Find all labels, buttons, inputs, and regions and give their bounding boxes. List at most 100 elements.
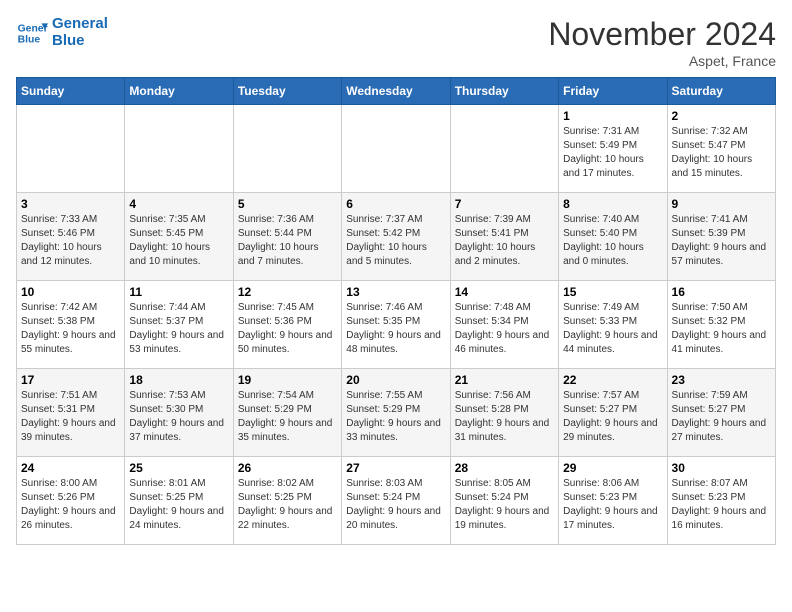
day-number: 28 (455, 461, 554, 475)
day-number: 30 (672, 461, 771, 475)
calendar-week-row: 10 Sunrise: 7:42 AM Sunset: 5:38 PM Dayli… (17, 281, 776, 369)
calendar-cell: 1 Sunrise: 7:31 AM Sunset: 5:49 PM Daylig… (559, 105, 667, 193)
day-number: 16 (672, 285, 771, 299)
day-number: 24 (21, 461, 120, 475)
day-info: Sunrise: 7:35 AM Sunset: 5:45 PM Dayligh… (129, 213, 228, 269)
calendar-cell: 12Sunrise: 7:45 AM Sunset: 5:36 PM Dayli… (233, 281, 341, 369)
weekday-header: Thursday (450, 78, 558, 105)
calendar-cell: 10 Sunrise: 7:42 AM Sunset: 5:38 PM Dayli… (17, 281, 125, 369)
day-number: 7 (455, 197, 554, 211)
logo: General Blue General Blue (16, 16, 108, 49)
day-number: 29 (563, 461, 662, 475)
day-info: Sunrise: 7:55 AM Sunset: 5:29 PM Dayligh… (346, 389, 445, 445)
day-info: Sunrise: 7:54 AM Sunset: 5:29 PM Dayligh… (238, 389, 337, 445)
logo-line1: General (52, 16, 108, 33)
day-info: Sunrise: 7:56 AM Sunset: 5:28 PM Dayligh… (455, 389, 554, 445)
calendar-cell: 16 Sunrise: 7:50 AM Sunset: 5:32 PM Dayli… (667, 281, 775, 369)
calendar-cell (342, 105, 450, 193)
title-area: November 2024 Aspet, France (548, 16, 776, 69)
weekday-header: Monday (125, 78, 233, 105)
day-number: 23 (672, 373, 771, 387)
day-number: 26 (238, 461, 337, 475)
calendar-week-row: 3Sunrise: 7:33 AM Sunset: 5:46 PM Daylig… (17, 193, 776, 281)
weekday-header: Friday (559, 78, 667, 105)
day-info: Sunrise: 7:50 AM Sunset: 5:32 PM Dayligh… (672, 301, 771, 357)
day-number: 5 (238, 197, 337, 211)
calendar-cell: 25Sunrise: 8:01 AM Sunset: 5:25 PM Dayli… (125, 457, 233, 545)
weekday-header: Tuesday (233, 78, 341, 105)
weekday-header: Sunday (17, 78, 125, 105)
day-number: 21 (455, 373, 554, 387)
day-number: 14 (455, 285, 554, 299)
calendar-cell: 7Sunrise: 7:39 AM Sunset: 5:41 PM Daylig… (450, 193, 558, 281)
day-info: Sunrise: 7:59 AM Sunset: 5:27 PM Dayligh… (672, 389, 771, 445)
calendar-cell: 22 Sunrise: 7:57 AM Sunset: 5:27 PM Dayli… (559, 369, 667, 457)
calendar-cell: 28Sunrise: 8:05 AM Sunset: 5:24 PM Dayli… (450, 457, 558, 545)
calendar-cell: 29Sunrise: 8:06 AM Sunset: 5:23 PM Dayli… (559, 457, 667, 545)
calendar-cell: 6 Sunrise: 7:37 AM Sunset: 5:42 PM Daylig… (342, 193, 450, 281)
day-info: Sunrise: 7:42 AM Sunset: 5:38 PM Dayligh… (21, 301, 120, 357)
calendar-cell (450, 105, 558, 193)
svg-text:Blue: Blue (18, 34, 41, 45)
logo-icon: General Blue (16, 17, 48, 49)
location: Aspet, France (548, 53, 776, 69)
calendar-cell: 9 Sunrise: 7:41 AM Sunset: 5:39 PM Daylig… (667, 193, 775, 281)
day-number: 12 (238, 285, 337, 299)
calendar-week-row: 24 Sunrise: 8:00 AM Sunset: 5:26 PM Dayli… (17, 457, 776, 545)
day-number: 6 (346, 197, 445, 211)
calendar-cell: 8 Sunrise: 7:40 AM Sunset: 5:40 PM Daylig… (559, 193, 667, 281)
day-number: 15 (563, 285, 662, 299)
day-info: Sunrise: 8:00 AM Sunset: 5:26 PM Dayligh… (21, 477, 120, 533)
calendar-table: SundayMondayTuesdayWednesdayThursdayFrid… (16, 77, 776, 545)
day-info: Sunrise: 7:48 AM Sunset: 5:34 PM Dayligh… (455, 301, 554, 357)
weekday-header: Wednesday (342, 78, 450, 105)
calendar-cell: 4 Sunrise: 7:35 AM Sunset: 5:45 PM Daylig… (125, 193, 233, 281)
calendar-cell: 20 Sunrise: 7:55 AM Sunset: 5:29 PM Dayli… (342, 369, 450, 457)
day-info: Sunrise: 8:02 AM Sunset: 5:25 PM Dayligh… (238, 477, 337, 533)
day-number: 10 (21, 285, 120, 299)
day-number: 17 (21, 373, 120, 387)
day-number: 1 (563, 109, 662, 123)
calendar-cell (125, 105, 233, 193)
day-info: Sunrise: 7:41 AM Sunset: 5:39 PM Dayligh… (672, 213, 771, 269)
day-number: 19 (238, 373, 337, 387)
day-number: 9 (672, 197, 771, 211)
calendar-cell: 24 Sunrise: 8:00 AM Sunset: 5:26 PM Dayli… (17, 457, 125, 545)
month-title: November 2024 (548, 16, 776, 53)
day-number: 8 (563, 197, 662, 211)
day-info: Sunrise: 7:36 AM Sunset: 5:44 PM Dayligh… (238, 213, 337, 269)
day-info: Sunrise: 7:37 AM Sunset: 5:42 PM Dayligh… (346, 213, 445, 269)
day-number: 20 (346, 373, 445, 387)
day-info: Sunrise: 7:31 AM Sunset: 5:49 PM Dayligh… (563, 125, 662, 181)
day-info: Sunrise: 8:07 AM Sunset: 5:23 PM Dayligh… (672, 477, 771, 533)
day-info: Sunrise: 7:40 AM Sunset: 5:40 PM Dayligh… (563, 213, 662, 269)
calendar-cell: 17 Sunrise: 7:51 AM Sunset: 5:31 PM Dayli… (17, 369, 125, 457)
calendar-cell: 23 Sunrise: 7:59 AM Sunset: 5:27 PM Dayli… (667, 369, 775, 457)
day-number: 18 (129, 373, 228, 387)
calendar-cell: 13 Sunrise: 7:46 AM Sunset: 5:35 PM Dayli… (342, 281, 450, 369)
day-info: Sunrise: 7:46 AM Sunset: 5:35 PM Dayligh… (346, 301, 445, 357)
calendar-cell: 30 Sunrise: 8:07 AM Sunset: 5:23 PM Dayli… (667, 457, 775, 545)
calendar-cell: 18 Sunrise: 7:53 AM Sunset: 5:30 PM Dayli… (125, 369, 233, 457)
day-info: Sunrise: 8:03 AM Sunset: 5:24 PM Dayligh… (346, 477, 445, 533)
day-number: 11 (129, 285, 228, 299)
day-number: 27 (346, 461, 445, 475)
calendar-cell: 3Sunrise: 7:33 AM Sunset: 5:46 PM Daylig… (17, 193, 125, 281)
page-header: General Blue General Blue November 2024 … (16, 16, 776, 69)
day-number: 25 (129, 461, 228, 475)
weekday-header: Saturday (667, 78, 775, 105)
calendar-cell: 2 Sunrise: 7:32 AM Sunset: 5:47 PM Daylig… (667, 105, 775, 193)
calendar-cell: 5 Sunrise: 7:36 AM Sunset: 5:44 PM Daylig… (233, 193, 341, 281)
day-number: 13 (346, 285, 445, 299)
day-number: 22 (563, 373, 662, 387)
day-info: Sunrise: 7:51 AM Sunset: 5:31 PM Dayligh… (21, 389, 120, 445)
day-number: 4 (129, 197, 228, 211)
day-number: 3 (21, 197, 120, 211)
logo-line2: Blue (52, 33, 108, 50)
day-info: Sunrise: 7:53 AM Sunset: 5:30 PM Dayligh… (129, 389, 228, 445)
day-info: Sunrise: 7:57 AM Sunset: 5:27 PM Dayligh… (563, 389, 662, 445)
calendar-week-row: 1 Sunrise: 7:31 AM Sunset: 5:49 PM Daylig… (17, 105, 776, 193)
calendar-cell (233, 105, 341, 193)
day-number: 2 (672, 109, 771, 123)
day-info: Sunrise: 7:32 AM Sunset: 5:47 PM Dayligh… (672, 125, 771, 181)
